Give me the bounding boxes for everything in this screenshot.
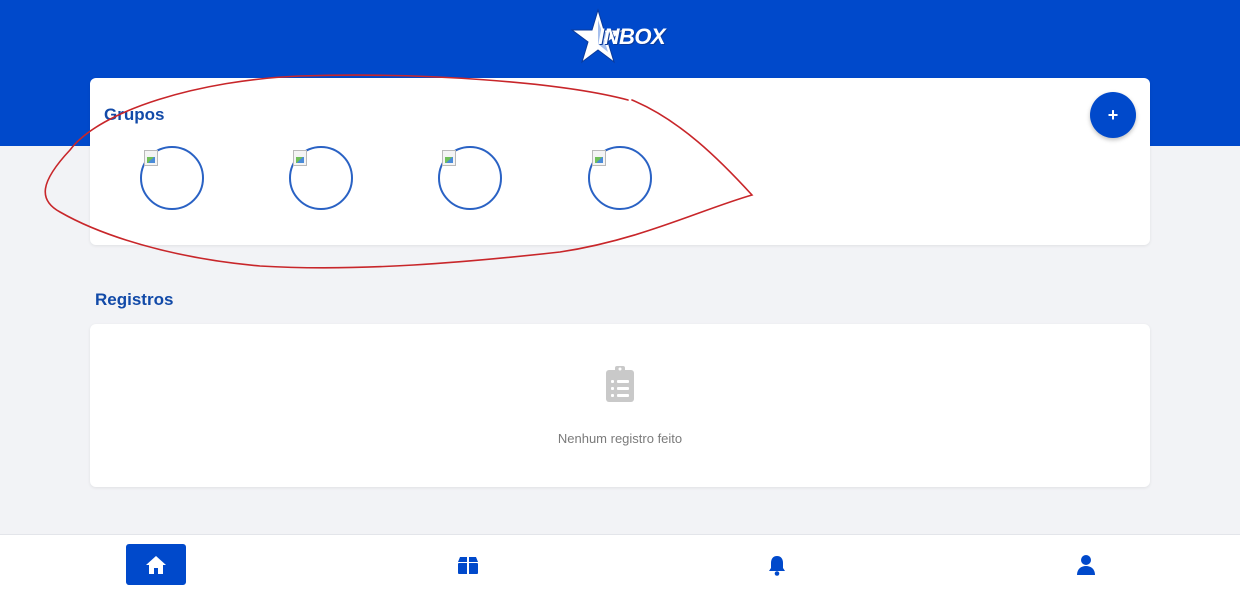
- empty-records-message: Nenhum registro feito: [557, 431, 683, 446]
- broken-image-icon: [442, 150, 456, 166]
- records-card: Nenhum registro feito: [90, 324, 1150, 487]
- group-avatar[interactable]: [140, 146, 204, 210]
- clipboard-list-icon: [606, 366, 634, 402]
- logo-text: INBOX: [598, 24, 666, 49]
- bell-icon: [769, 555, 785, 576]
- group-avatar[interactable]: [438, 146, 502, 210]
- broken-image-icon: [144, 150, 158, 166]
- group-avatar[interactable]: [289, 146, 353, 210]
- nav-profile[interactable]: [1056, 544, 1116, 585]
- groups-card: Grupos +: [90, 78, 1150, 245]
- home-icon: [146, 555, 166, 574]
- nav-home[interactable]: [126, 544, 186, 585]
- groups-title: Grupos: [104, 105, 165, 124]
- broken-image-icon: [592, 150, 606, 166]
- add-group-button[interactable]: +: [1090, 92, 1136, 138]
- nav-box[interactable]: [438, 544, 498, 585]
- box-icon: [458, 556, 478, 574]
- group-avatar[interactable]: [588, 146, 652, 210]
- app-logo: INBOX: [568, 8, 674, 66]
- broken-image-icon: [293, 150, 307, 166]
- records-title: Registros: [95, 290, 174, 309]
- user-icon: [1077, 554, 1095, 575]
- bottom-navigation: [0, 534, 1240, 593]
- nav-notifications[interactable]: [747, 544, 807, 585]
